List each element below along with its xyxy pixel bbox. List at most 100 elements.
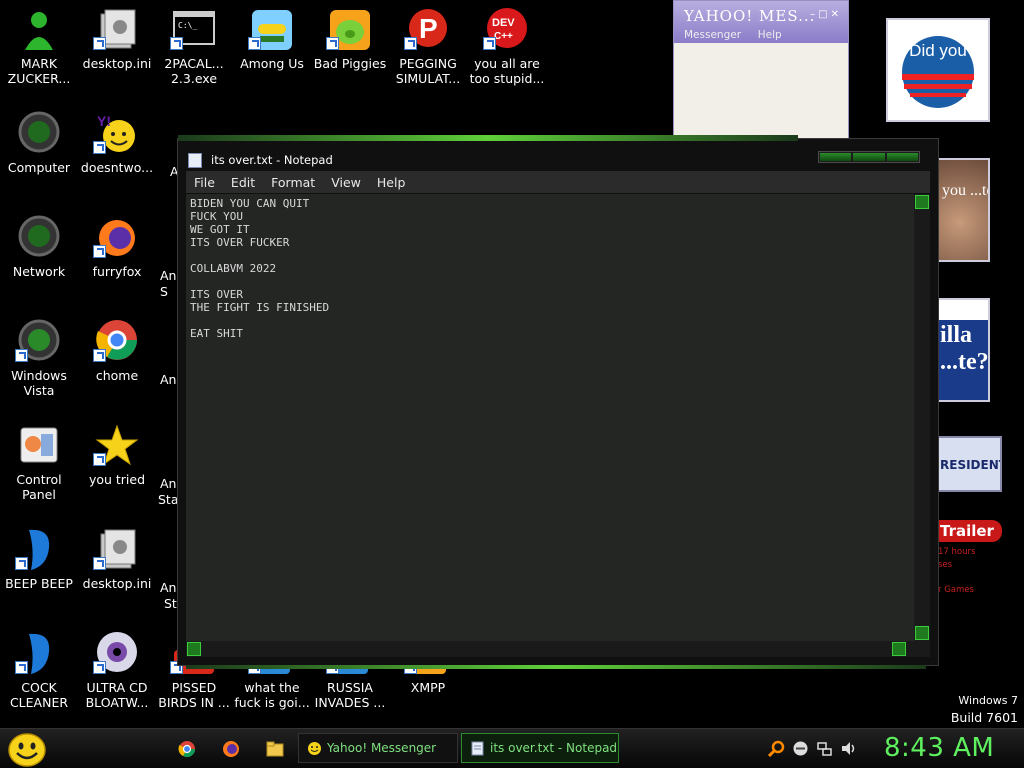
notepad-title: its over.txt - Notepad — [211, 153, 333, 167]
desktop-icon-label: Control Panel — [16, 472, 62, 502]
desktop-icon-label: MARK ZUCKER... — [7, 56, 71, 86]
desktop-icon[interactable]: Y! doesntwo... — [78, 110, 156, 175]
desktop-icon[interactable]: C:\_ 2PACAL... 2.3.exe — [155, 6, 233, 86]
desktop-icon[interactable]: Computer — [0, 110, 78, 175]
desktop-icon-label: BEEP BEEP — [5, 576, 73, 591]
settings-file-icon — [93, 6, 141, 52]
os-watermark: Windows 7 Build 7601 — [951, 692, 1018, 726]
maximize-button[interactable] — [853, 153, 885, 161]
shortcut-arrow-icon — [93, 557, 106, 570]
ad-banner-2[interactable]: you ...te? — [936, 158, 990, 262]
desktop-icon[interactable]: Network — [0, 214, 78, 279]
shortcut-arrow-icon — [93, 661, 106, 674]
svg-text:C++: C++ — [494, 31, 513, 42]
scroll-up-button[interactable] — [915, 195, 929, 209]
desktop-icon[interactable]: Windows Vista — [0, 318, 78, 398]
desktop-icon-label: Bad Piggies — [313, 56, 387, 71]
shortcut-arrow-icon — [248, 37, 261, 50]
taskbar: Yahoo! Messenger its over.txt - Notepad … — [0, 728, 1024, 768]
desktop-icon[interactable]: ULTRA CD BLOATW... — [78, 630, 156, 710]
chrome-quicklaunch-icon[interactable] — [178, 740, 196, 758]
explorer-quicklaunch-icon[interactable] — [266, 740, 284, 758]
window-glow-top — [178, 135, 798, 141]
desktop-icon-label: PEGGING SIMULAT... — [395, 56, 461, 86]
desktop-icon[interactable]: Among Us — [233, 6, 311, 71]
notepad-menubar: File Edit Format View Help — [186, 171, 930, 193]
notepad-content[interactable]: BIDEN YOU CAN QUIT FUCK YOU WE GOT IT IT… — [186, 194, 914, 343]
desktop-icon[interactable]: Control Panel — [0, 422, 78, 502]
desktop-icon[interactable]: DEV C++ you all are too stupid... — [468, 6, 546, 86]
yahoo-titlebar[interactable]: YAHOO! MES... Messenger Help –□✕ — [674, 1, 848, 43]
yahoo-menu-messenger[interactable]: Messenger — [684, 29, 741, 41]
tray-status-icon[interactable] — [792, 740, 809, 757]
menu-edit[interactable]: Edit — [223, 175, 263, 190]
network-tray-icon[interactable] — [816, 740, 833, 757]
shortcut-arrow-icon — [93, 453, 106, 466]
firefox-icon — [93, 214, 141, 260]
partial-icon-label: Sta — [158, 492, 179, 507]
yahoo-menu-help[interactable]: Help — [758, 29, 782, 41]
ad-banner-3[interactable]: illa ...te? — [936, 298, 990, 402]
shortcut-arrow-icon — [93, 245, 106, 258]
partial-icon-label: An — [160, 372, 177, 387]
ad-banner-5[interactable]: Trailer 17 hours ses r Games — [936, 516, 1006, 602]
scroll-left-button[interactable] — [187, 642, 201, 656]
notepad-icon — [188, 152, 202, 168]
notepad-text-area[interactable]: BIDEN YOU CAN QUIT FUCK YOU WE GOT IT IT… — [186, 194, 914, 641]
desktop-icon[interactable]: you tried — [78, 422, 156, 487]
yahoo-icon: Y! — [93, 110, 141, 156]
desktop-icon[interactable]: Bad Piggies — [311, 6, 389, 71]
desktop-icon[interactable]: desktop.ini — [78, 526, 156, 591]
desktop-icon-label: furryfox — [92, 264, 142, 279]
desktop-icon[interactable]: BEEP BEEP — [0, 526, 78, 591]
scroll-right-button[interactable] — [892, 642, 906, 656]
yahoo-window-controls[interactable]: –□✕ — [810, 9, 842, 20]
desktop-icon-label: chome — [95, 368, 139, 383]
vertical-scrollbar[interactable] — [914, 194, 930, 641]
yahoo-messenger-window[interactable]: YAHOO! MES... Messenger Help –□✕ — [673, 0, 849, 142]
search-icon[interactable] — [768, 740, 785, 757]
desktop-icon-label: Network — [12, 264, 66, 279]
resize-grip[interactable] — [914, 641, 930, 657]
desktop-icon[interactable]: chome — [78, 318, 156, 383]
notepad-window[interactable]: its over.txt - Notepad File Edit Format … — [177, 135, 939, 669]
shortcut-arrow-icon — [15, 349, 28, 362]
svg-text:P: P — [419, 13, 438, 44]
partial-icon-label: An — [160, 580, 177, 595]
taskbar-notepad[interactable]: its over.txt - Notepad — [461, 733, 619, 763]
firefox-quicklaunch-icon[interactable] — [222, 740, 240, 758]
desktop-icon-label: RUSSIA INVADES ... — [314, 680, 386, 710]
notepad-titlebar[interactable]: its over.txt - Notepad — [188, 149, 333, 171]
desktop-icon[interactable]: furryfox — [78, 214, 156, 279]
obama-banner[interactable]: Did you — [886, 18, 990, 122]
scroll-down-button[interactable] — [915, 626, 929, 640]
desktop-icon-label: Among Us — [240, 56, 304, 71]
taskbar-clock[interactable]: 8:43 AM — [884, 733, 994, 763]
green-figure-icon — [15, 6, 63, 52]
desktop-icon-label: XMPP — [410, 680, 446, 695]
banner5-line: ses — [938, 560, 953, 570]
svg-text:C:\_: C:\_ — [178, 21, 197, 30]
start-button-smiley-icon[interactable] — [6, 731, 48, 767]
obama-logo-icon: Did you — [902, 36, 974, 108]
desktop-icon-label: you all are too stupid... — [469, 56, 545, 86]
taskbar-yahoo-messenger[interactable]: Yahoo! Messenger — [298, 733, 458, 763]
desktop-icon[interactable]: desktop.ini — [78, 6, 156, 71]
cd-icon — [93, 630, 141, 676]
pegging-icon: P — [404, 6, 452, 52]
menu-help[interactable]: Help — [369, 175, 414, 190]
menu-file[interactable]: File — [186, 175, 223, 190]
menu-view[interactable]: View — [323, 175, 369, 190]
close-button[interactable] — [886, 153, 918, 161]
portrait-image — [938, 160, 988, 260]
desktop-icon[interactable]: P PEGGING SIMULAT... — [389, 6, 467, 86]
notepad-taskbar-icon — [471, 741, 484, 755]
horizontal-scrollbar[interactable] — [186, 641, 914, 657]
minimize-button[interactable] — [820, 153, 852, 161]
menu-format[interactable]: Format — [263, 175, 323, 190]
volume-icon[interactable] — [840, 740, 857, 757]
desktop-icon-label: doesntwo... — [80, 160, 154, 175]
desktop-icon[interactable]: MARK ZUCKER... — [0, 6, 78, 86]
desktop-icon[interactable]: COCK CLEANER — [0, 630, 78, 710]
ad-banner-4[interactable]: RESIDENT — [936, 436, 1002, 492]
